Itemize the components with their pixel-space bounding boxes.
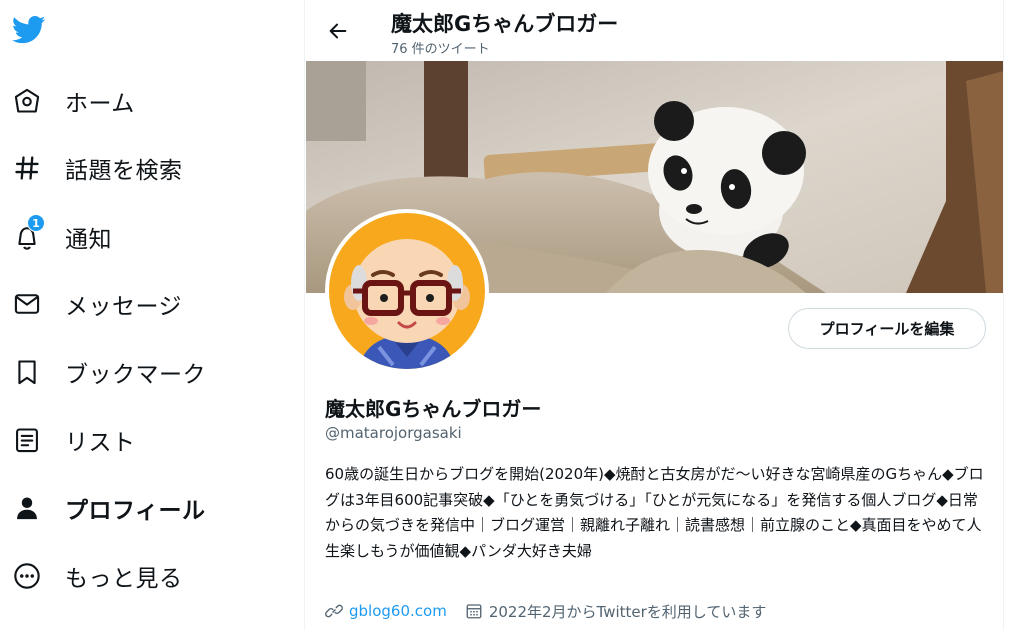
nav-messages[interactable]: メッセージ bbox=[0, 276, 300, 332]
nav-lists[interactable]: リスト bbox=[0, 412, 300, 468]
sidebar: ホーム 話題を検索 1 通知 メッセージ ブックマーク リスト プロフィール も… bbox=[0, 0, 304, 630]
nav-label-home: ホーム bbox=[65, 91, 135, 117]
nav-explore[interactable]: 話題を検索 bbox=[0, 140, 300, 196]
back-button[interactable] bbox=[321, 14, 355, 48]
profile-avatar[interactable] bbox=[325, 209, 489, 373]
profile-name: 魔太郎Gちゃんブロガー bbox=[325, 397, 542, 421]
avatar-illustration bbox=[329, 213, 485, 369]
twitter-logo[interactable] bbox=[11, 12, 47, 48]
hashtag-icon bbox=[12, 153, 42, 183]
calendar-icon bbox=[466, 604, 482, 619]
profile-header-bar: 魔太郎Gちゃんブロガー 76 件のツイート bbox=[305, 0, 1003, 61]
nav-label-messages: メッセージ bbox=[65, 294, 183, 320]
nav-label-lists: リスト bbox=[65, 430, 136, 456]
link-icon bbox=[325, 604, 343, 618]
more-circle-icon bbox=[12, 561, 42, 591]
twitter-bird-icon bbox=[12, 15, 46, 44]
joined-date: 2022年2月からTwitterを利用しています bbox=[488, 602, 767, 621]
nav-home[interactable]: ホーム bbox=[0, 73, 300, 129]
profile-handle: @matarojorgasaki bbox=[325, 424, 462, 442]
nav-bookmarks[interactable]: ブックマーク bbox=[0, 344, 300, 400]
tweet-count: 76 件のツイート bbox=[391, 42, 490, 57]
home-icon bbox=[12, 86, 42, 116]
nav-label-bookmarks: ブックマーク bbox=[65, 362, 206, 388]
nav-notifications[interactable]: 1 通知 bbox=[0, 209, 300, 265]
nav-label-explore: 話題を検索 bbox=[65, 158, 183, 184]
profile-column: 魔太郎Gちゃんブロガー 76 件のツイート プロフィールを編集 魔太郎Gちゃんブ… bbox=[304, 0, 1004, 630]
joined-item: 2022年2月からTwitterを利用しています bbox=[465, 601, 767, 622]
header-title: 魔太郎Gちゃんブロガー bbox=[391, 12, 619, 36]
website-item: gblog60.com bbox=[325, 602, 447, 620]
arrow-left-icon bbox=[329, 23, 347, 39]
person-icon bbox=[12, 493, 42, 523]
envelope-icon bbox=[12, 289, 42, 319]
edit-profile-button[interactable]: プロフィールを編集 bbox=[788, 308, 986, 349]
profile-bio: 60歳の誕生日からブログを開始(2020年)◆焼酎と古女房がだ〜い好きな宮崎県産… bbox=[325, 465, 984, 560]
nav-label-profile: プロフィール bbox=[65, 498, 206, 524]
website-link[interactable]: gblog60.com bbox=[349, 602, 447, 620]
nav-profile[interactable]: プロフィール bbox=[0, 480, 300, 536]
bookmark-icon bbox=[12, 357, 42, 387]
notification-badge: 1 bbox=[27, 214, 45, 232]
list-icon bbox=[12, 425, 42, 455]
nav-label-notifications: 通知 bbox=[65, 227, 112, 253]
profile-meta: gblog60.com 2022年2月からTwitterを利用しています bbox=[325, 598, 784, 624]
nav-label-more: もっと見る bbox=[65, 566, 183, 592]
nav-more[interactable]: もっと見る bbox=[0, 548, 300, 604]
